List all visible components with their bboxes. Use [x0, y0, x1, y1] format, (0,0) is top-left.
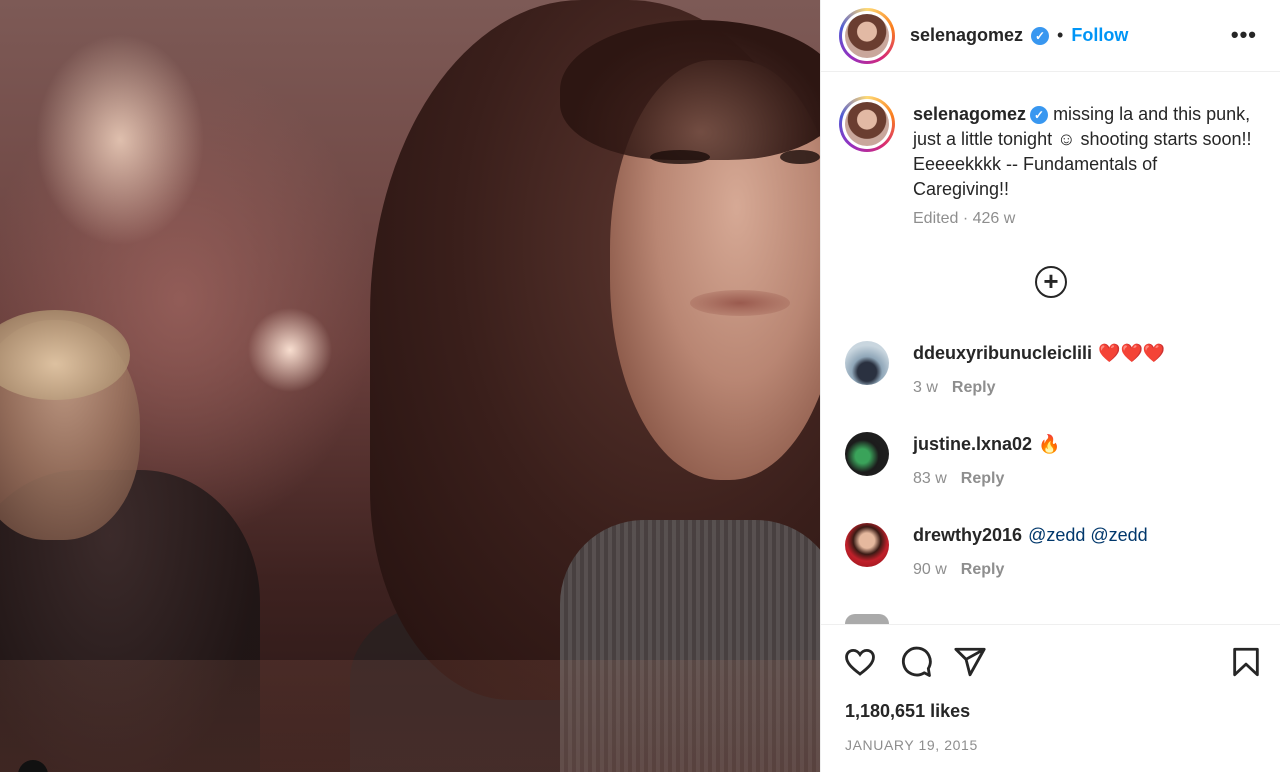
post-side-panel: selenagomez ✓ • Follow ••• selenagomez ✓ …	[820, 0, 1280, 772]
share-icon[interactable]	[953, 645, 987, 679]
reply-button[interactable]: Reply	[952, 379, 996, 396]
comment-avatar[interactable]	[845, 523, 889, 567]
comment-avatar-partial	[845, 614, 889, 624]
comment-text: ❤️❤️❤️	[1098, 343, 1166, 363]
photo-bangs	[560, 20, 820, 160]
add-comment-glyph: +	[1043, 266, 1059, 296]
comment-item: ddeuxyribunucleiclili ❤️❤️❤️ 3 w Reply	[821, 341, 1280, 421]
header-separator: •	[1057, 25, 1064, 45]
photo-eye-left	[650, 150, 710, 164]
author-avatar-image	[845, 14, 889, 58]
caption-meta: Edited · 426 w	[913, 210, 1016, 227]
comment-text: 🔥	[1038, 434, 1061, 454]
photo-table	[0, 660, 820, 772]
comment-text[interactable]: @zedd @zedd	[1028, 525, 1148, 545]
caption-avatar[interactable]	[839, 96, 895, 152]
photo-eye-right	[780, 150, 820, 164]
post-header: selenagomez ✓ • Follow •••	[821, 0, 1280, 72]
comment-icon[interactable]	[899, 645, 933, 679]
header-author-row: selenagomez ✓ • Follow	[910, 25, 1128, 46]
comment-username[interactable]: drewthy2016	[913, 525, 1022, 545]
comment-username[interactable]: justine.lxna02	[913, 434, 1032, 454]
comment-avatar[interactable]	[845, 341, 889, 385]
follow-button[interactable]: Follow	[1071, 25, 1128, 46]
post-photo[interactable]	[0, 0, 820, 772]
reply-button[interactable]: Reply	[961, 470, 1005, 487]
photo-lips	[690, 290, 790, 316]
save-icon[interactable]	[1229, 645, 1263, 679]
author-username[interactable]: selenagomez	[910, 25, 1023, 46]
verified-icon: ✓	[1030, 106, 1049, 125]
comment-time: 3 w	[913, 379, 938, 396]
more-icon[interactable]: •••	[1231, 22, 1257, 48]
post-actions-bar: 1,180,651 likes JANUARY 19, 2015	[821, 624, 1280, 772]
post-caption: selenagomez ✓ missing la and this punk, j…	[913, 102, 1253, 202]
author-avatar[interactable]	[839, 8, 895, 64]
caption-username[interactable]: selenagomez	[913, 104, 1026, 124]
comment-time: 90 w	[913, 561, 947, 578]
post-date[interactable]: JANUARY 19, 2015	[845, 737, 978, 753]
verified-icon: ✓	[1031, 26, 1050, 45]
likes-count[interactable]: 1,180,651 likes	[845, 701, 970, 722]
caption-avatar-image	[845, 102, 889, 146]
like-icon[interactable]	[843, 645, 877, 679]
comment-item: drewthy2016 @zedd @zedd 90 w Reply	[821, 523, 1280, 603]
comment-item: justine.lxna02 🔥 83 w Reply	[821, 432, 1280, 512]
comment-username[interactable]: ddeuxyribunucleiclili	[913, 343, 1092, 363]
comment-avatar[interactable]	[845, 432, 889, 476]
comment-time: 83 w	[913, 470, 947, 487]
add-comment-icon[interactable]: +	[1035, 266, 1067, 298]
reply-button[interactable]: Reply	[961, 561, 1005, 578]
